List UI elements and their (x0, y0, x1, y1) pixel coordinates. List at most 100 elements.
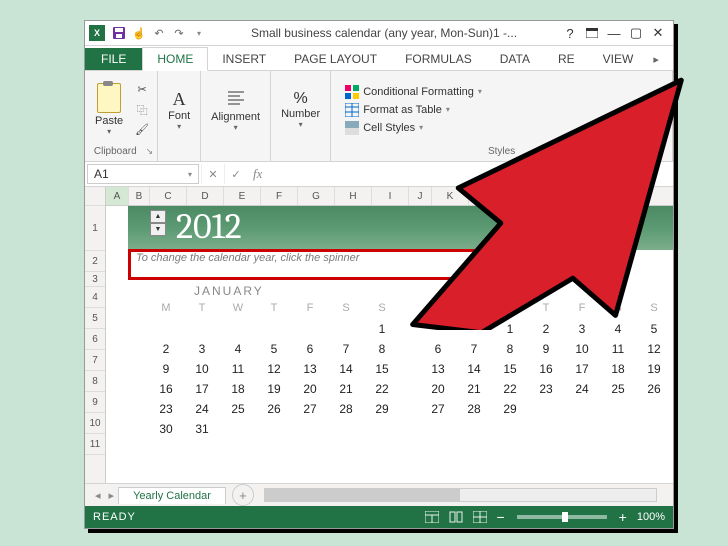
qat-customize[interactable]: ▾ (190, 24, 208, 42)
row-header[interactable]: 6 (85, 329, 105, 350)
ribbon-tabstrip: FILE HOME INSERT PAGE LAYOUT FORMULAS DA… (85, 46, 673, 71)
minimize-button[interactable]: — (603, 24, 625, 42)
excel-icon: X (89, 25, 105, 41)
fx-icon[interactable]: fx (247, 166, 268, 182)
col-header[interactable]: L (469, 187, 506, 205)
qat-save-button[interactable] (110, 24, 128, 42)
number-icon: % (294, 90, 308, 108)
maximize-button[interactable]: ▢ (625, 24, 647, 42)
tab-nav-next[interactable]: ▸ (109, 489, 115, 502)
row-header[interactable]: 10 (85, 413, 105, 434)
sheet-tab[interactable]: Yearly Calendar (118, 487, 226, 504)
file-tab[interactable]: FILE (85, 48, 142, 70)
paste-icon (97, 83, 121, 113)
horizontal-scrollbar[interactable] (264, 488, 657, 502)
format-as-table-icon (345, 103, 359, 117)
tab-nav-prev[interactable]: ◂ (95, 489, 101, 502)
row-header[interactable]: 1 (85, 206, 105, 251)
cells-button[interactable] (630, 98, 662, 122)
row-header[interactable]: 3 (85, 272, 105, 287)
home-tab[interactable]: HOME (142, 47, 208, 71)
cell-styles-button[interactable]: Cell Styles ▾ (345, 121, 482, 135)
new-sheet-button[interactable]: + (232, 484, 254, 506)
cells-icon (636, 100, 656, 120)
row-header[interactable]: 11 (85, 434, 105, 455)
conditional-formatting-button[interactable]: Conditional Formatting ▾ (345, 85, 482, 99)
select-all[interactable] (85, 187, 105, 206)
data-tab[interactable]: DATA (486, 47, 544, 70)
col-header[interactable]: F (261, 187, 298, 205)
col-header[interactable]: H (335, 187, 372, 205)
dow-row: MTWTFSS (420, 302, 672, 314)
spinner-down-button[interactable]: ▼ (150, 223, 166, 236)
paste-button[interactable]: Paste ▾ (89, 81, 129, 138)
close-button[interactable]: ✕ (647, 24, 669, 42)
window-title: Small business calendar (any year, Mon-S… (209, 26, 559, 40)
cut-button[interactable]: ✂ (131, 81, 153, 99)
number-button[interactable]: % Number ▾ (275, 88, 326, 131)
zoom-in-button[interactable]: + (615, 509, 631, 525)
qat-redo-button[interactable]: ↷ (170, 24, 188, 42)
row-header[interactable]: 5 (85, 308, 105, 329)
cancel-button[interactable]: ✕ (201, 164, 224, 184)
col-header[interactable]: J (409, 187, 432, 205)
month-label-feb: FEBRUARY (454, 284, 535, 298)
row-header[interactable]: 9 (85, 392, 105, 413)
format-as-table-button[interactable]: Format as Table ▾ (345, 103, 482, 117)
copy-button[interactable]: ⿻ (131, 101, 153, 119)
normal-view-button[interactable] (422, 509, 442, 525)
clipboard-group: Paste ▾ ✂ ⿻ 🖌 Clipboard↘ (85, 71, 158, 161)
column-headers: A B C D E F G H I J K L (106, 187, 673, 206)
clipboard-launcher[interactable]: ↘ (146, 146, 154, 157)
col-header[interactable]: C (150, 187, 187, 205)
hint-text: To change the calendar year, click the s… (136, 252, 359, 264)
page-break-view-button[interactable] (470, 509, 490, 525)
col-header[interactable]: I (372, 187, 409, 205)
ribbon-display-button[interactable] (581, 24, 603, 42)
ribbon: Paste ▾ ✂ ⿻ 🖌 Clipboard↘ A Font ▾ (85, 71, 673, 162)
font-button[interactable]: A Font ▾ (162, 87, 196, 133)
font-icon: A (173, 89, 186, 110)
enter-button[interactable]: ✓ (224, 164, 247, 184)
formulas-tab[interactable]: FORMULAS (391, 47, 486, 70)
worksheet-area: 1 2 3 4 5 6 7 8 9 10 11 A B C D E F G H … (85, 187, 673, 483)
zoom-out-button[interactable]: − (492, 509, 508, 525)
row-header[interactable]: 4 (85, 287, 105, 308)
row-header[interactable]: 2 (85, 251, 105, 272)
help-button[interactable]: ? (559, 24, 581, 42)
col-header[interactable]: E (224, 187, 261, 205)
page-layout-view-button[interactable] (446, 509, 466, 525)
zoom-slider[interactable] (517, 515, 607, 519)
alignment-group: Alignment ▾ (201, 71, 271, 161)
col-header[interactable]: K (432, 187, 469, 205)
col-header[interactable]: G (298, 187, 335, 205)
alignment-icon (226, 88, 246, 111)
feb-dates: 1234567891011121314151617181920212223242… (420, 322, 672, 422)
excel-window: X ☝ ↶ ↷ ▾ Small business calendar (any y… (84, 20, 674, 529)
clipboard-label: Clipboard↘ (89, 146, 153, 159)
col-header[interactable]: B (129, 187, 150, 205)
zoom-label[interactable]: 100% (637, 511, 665, 523)
grid[interactable]: A B C D E F G H I J K L ▲ ▼ 2012 To (106, 187, 673, 483)
format-painter-button[interactable]: 🖌 (131, 121, 153, 139)
col-header[interactable]: D (187, 187, 224, 205)
year-spinner: ▲ ▼ (150, 210, 164, 236)
row-header[interactable]: 7 (85, 350, 105, 371)
insert-tab[interactable]: INSERT (208, 47, 280, 70)
row-header[interactable]: 8 (85, 371, 105, 392)
font-group: A Font ▾ (158, 71, 201, 161)
view-tab[interactable]: VIEW (589, 47, 648, 70)
formula-input[interactable] (268, 164, 673, 184)
cell-styles-icon (345, 121, 359, 135)
review-tab[interactable]: RE (544, 47, 589, 70)
page-layout-tab[interactable]: PAGE LAYOUT (280, 47, 391, 70)
col-header[interactable]: A (106, 187, 129, 205)
qat-undo-button[interactable]: ↶ (150, 24, 168, 42)
spinner-up-button[interactable]: ▲ (150, 210, 166, 223)
sheet-tab-bar: ◂ ▸ Yearly Calendar + (85, 483, 673, 506)
name-box[interactable]: A1▾ (87, 164, 199, 184)
tabs-scroll-right[interactable]: ▸ (647, 49, 665, 70)
status-text: READY (93, 511, 420, 523)
qat-touch-button[interactable]: ☝ (130, 24, 148, 42)
alignment-button[interactable]: Alignment ▾ (205, 86, 266, 134)
